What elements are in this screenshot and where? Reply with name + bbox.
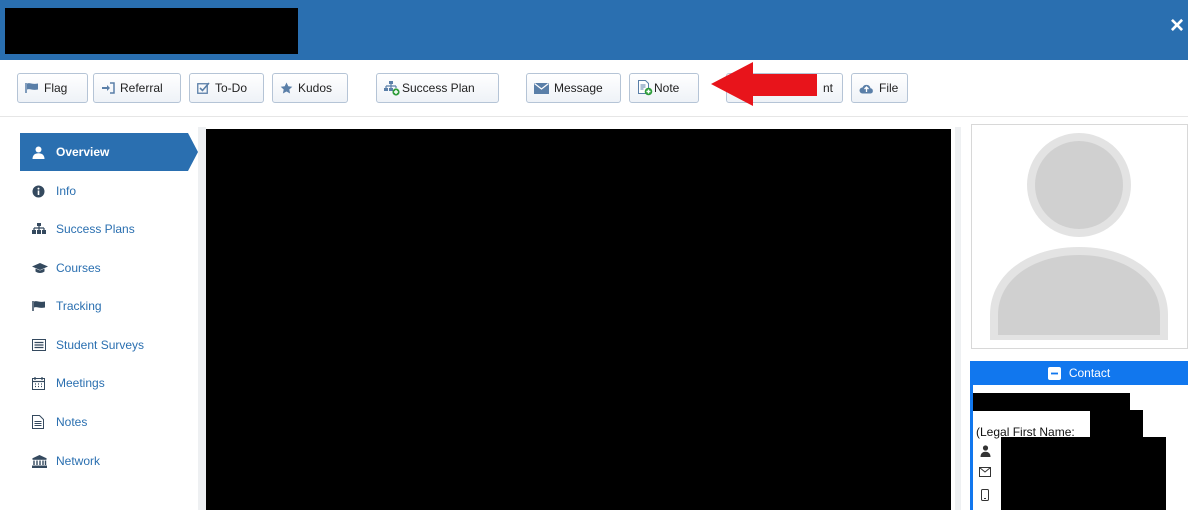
sidebar-item-success-plans[interactable]: Success Plans [20, 210, 188, 248]
info-circle-icon [32, 185, 50, 198]
title-bar: × [0, 0, 1188, 60]
red-arrow-annotation [711, 62, 817, 106]
sidebar-item-student-surveys[interactable]: Student Surveys [20, 326, 188, 364]
kudos-button[interactable]: Kudos [272, 73, 348, 103]
file-button[interactable]: File [851, 73, 908, 103]
sidebar-item-label: Tracking [56, 299, 102, 313]
sidebar-item-tracking[interactable]: Tracking [20, 287, 188, 325]
todo-button-label: To-Do [215, 81, 248, 95]
redacted-main-content [206, 129, 951, 510]
avatar [971, 124, 1188, 349]
sidebar-item-courses[interactable]: Courses [20, 249, 188, 287]
kudos-button-label: Kudos [298, 81, 333, 95]
user-icon [979, 444, 991, 457]
flag-button-label: Flag [44, 81, 68, 95]
sitemap-icon [32, 223, 50, 235]
success-plan-button[interactable]: Success Plan [376, 73, 499, 103]
envelope-icon [979, 466, 991, 478]
envelope-icon [534, 82, 549, 94]
graduation-cap-icon [32, 262, 50, 274]
note-button-label: Note [654, 81, 680, 95]
redacted-title [5, 8, 298, 54]
todo-button[interactable]: To-Do [189, 73, 264, 103]
checkbox-icon [197, 82, 210, 94]
redacted-contact-name [973, 393, 1130, 411]
flag-button[interactable]: Flag [17, 73, 88, 103]
user-icon [32, 146, 50, 159]
sidebar-item-overview[interactable]: Overview [20, 133, 198, 171]
sidebar-item-label: Network [56, 454, 101, 468]
flag-icon [32, 300, 50, 312]
sidebar-item-label: Success Plans [56, 222, 135, 236]
redacted-legal-first-name [1090, 410, 1143, 439]
appointment-button-label: nt [822, 81, 833, 95]
list-alt-icon [32, 339, 50, 351]
action-toolbar: Flag Referral To-Do Kudos Success Plan M… [0, 60, 1188, 117]
mobile-phone-icon [979, 489, 991, 501]
success-plan-icon [384, 80, 400, 96]
message-button[interactable]: Message [526, 73, 621, 103]
right-divider [955, 127, 961, 510]
referral-button-label: Referral [120, 81, 163, 95]
sidebar-item-label: Info [56, 184, 77, 198]
calendar-icon [32, 376, 50, 390]
contact-title: Contact [1068, 366, 1111, 380]
sidebar-item-info[interactable]: Info [20, 172, 188, 210]
file-text-icon [32, 415, 50, 429]
sidebar-item-label: Courses [56, 261, 101, 275]
minus-square-icon [1047, 366, 1061, 380]
star-icon [280, 82, 293, 94]
success-plan-button-label: Success Plan [402, 81, 475, 95]
sidebar-item-network[interactable]: Network [20, 442, 188, 480]
sidebar-item-label: Notes [56, 415, 88, 429]
file-button-label: File [879, 81, 899, 95]
sidebar-item-label: Student Surveys [56, 338, 145, 352]
redacted-contact-details [1001, 437, 1166, 510]
contact-section-header[interactable]: Contact [970, 361, 1188, 385]
sidebar-item-label: Overview [56, 145, 110, 159]
note-add-icon [637, 80, 653, 96]
sidebar-nav: Overview Info Success Plans Courses Trac… [0, 117, 200, 510]
flag-icon [25, 82, 39, 94]
main-divider [198, 127, 206, 510]
referral-button[interactable]: Referral [93, 73, 181, 103]
sign-in-icon [101, 82, 115, 94]
cloud-upload-icon [859, 83, 874, 94]
close-button[interactable]: × [1170, 14, 1186, 38]
user-silhouette-icon [990, 133, 1168, 340]
sidebar-item-notes[interactable]: Notes [20, 403, 188, 441]
sidebar-item-label: Meetings [56, 376, 105, 390]
university-icon [32, 454, 50, 468]
sidebar-item-meetings[interactable]: Meetings [20, 364, 188, 402]
note-button[interactable]: Note [629, 73, 699, 103]
message-button-label: Message [554, 81, 603, 95]
